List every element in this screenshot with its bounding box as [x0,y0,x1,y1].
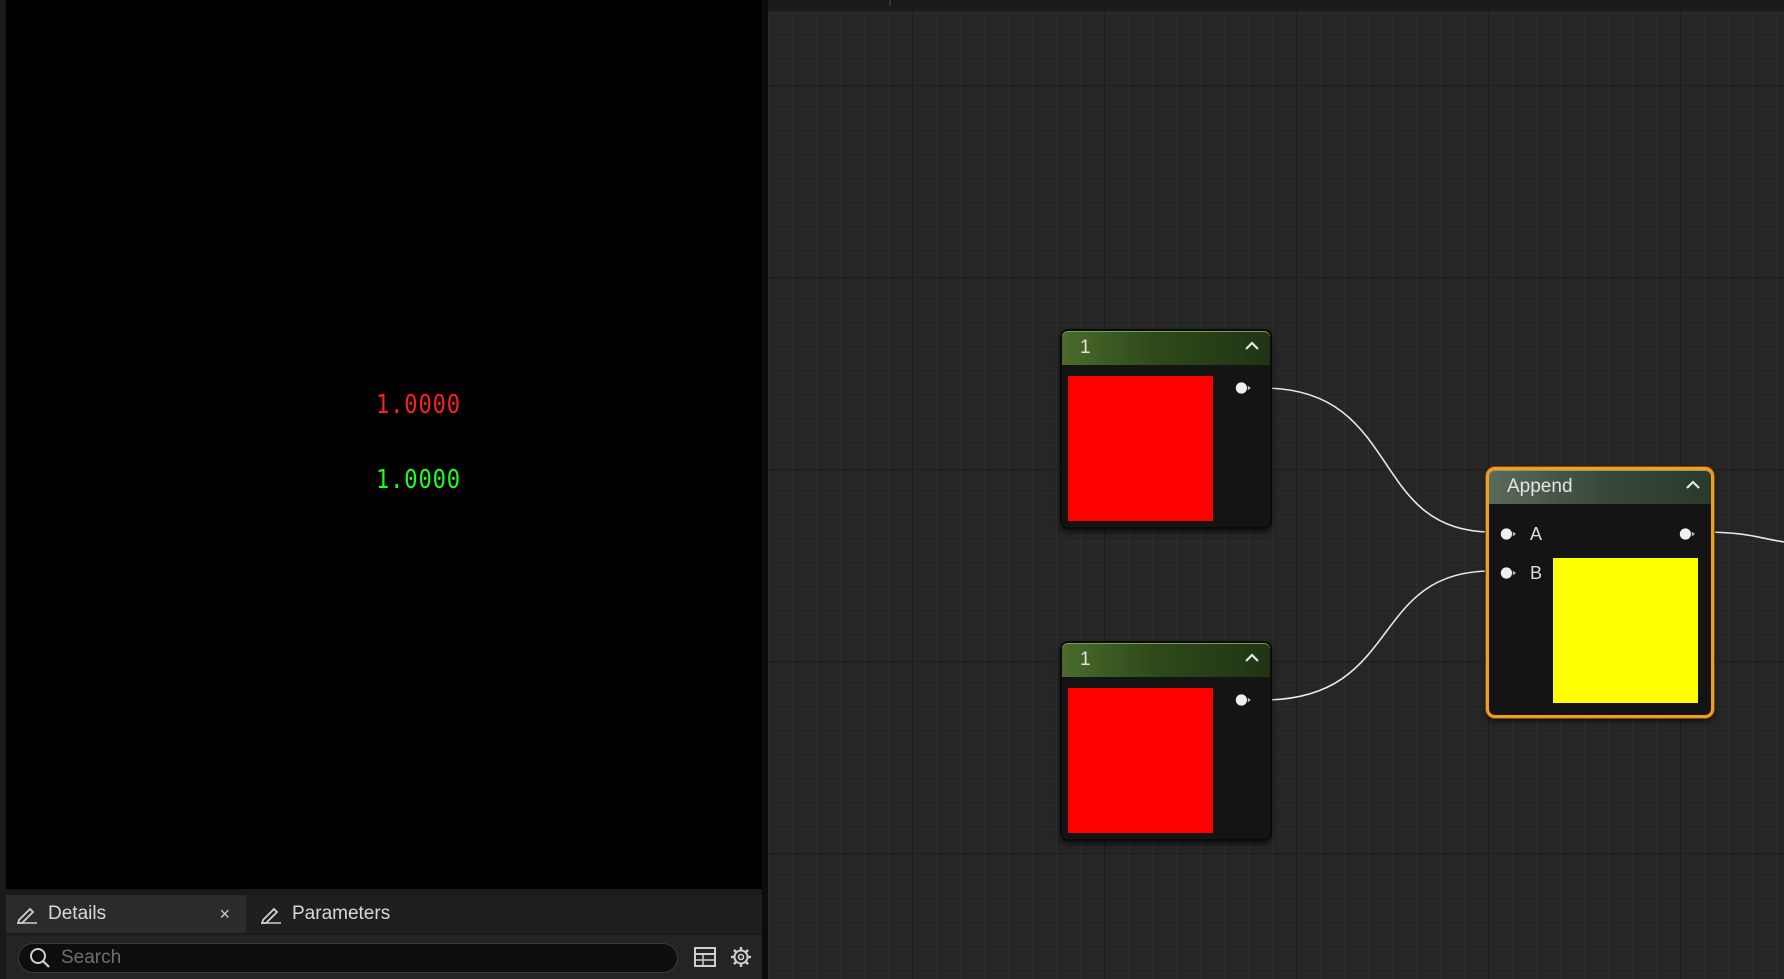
close-icon[interactable]: × [219,904,230,925]
input-pin-a[interactable] [1500,526,1516,542]
pencil-icon [261,907,281,924]
gear-icon[interactable] [730,946,752,968]
left-panel: 1.0000 1.0000 Details × Parameters Searc… [0,0,768,979]
node-header[interactable]: Append [1489,470,1711,504]
wire-constant2-to-append-b [1262,570,1492,701]
color-preview-swatch [1068,688,1213,833]
constant-node-1[interactable]: 1 [1060,329,1272,529]
chevron-up-icon[interactable] [1685,478,1701,492]
search-placeholder: Search [61,947,122,968]
search-input[interactable]: Search [18,943,678,973]
wire-constant1-to-append-a [1262,387,1492,533]
details-search-row: Search [6,935,762,979]
chevron-up-icon[interactable] [1244,651,1260,665]
tab-details-label: Details [48,903,107,924]
output-pin-icon[interactable] [1235,692,1251,708]
node-header[interactable]: 1 [1062,331,1270,365]
append-node[interactable]: Append A B [1486,467,1714,718]
tab-parameters[interactable]: Parameters [250,895,490,933]
node-title: 1 [1080,337,1091,358]
preview-viewport[interactable]: 1.0000 1.0000 [6,0,763,889]
tab-details[interactable]: Details × [6,895,246,933]
details-tabbar: Details × Parameters [6,895,762,933]
input-pin-b-label: B [1530,563,1543,583]
color-preview-swatch [1553,558,1698,703]
constant-node-2[interactable]: 1 [1060,641,1272,841]
material-graph-canvas[interactable]: 1 1 Append A B [768,0,1784,979]
node-title: Append [1507,476,1573,497]
input-pin-b[interactable] [1500,565,1516,581]
tab-parameters-label: Parameters [292,903,391,924]
table-view-icon[interactable] [694,947,716,967]
color-preview-swatch [1068,376,1213,521]
search-icon [30,948,50,968]
output-pin[interactable] [1679,526,1695,542]
preview-value-green: 1.0000 [376,465,461,495]
preview-value-red: 1.0000 [376,390,461,420]
input-pin-a-label: A [1530,524,1543,544]
output-pin-icon[interactable] [1235,380,1251,396]
pencil-icon [17,907,37,924]
chevron-up-icon[interactable] [1244,339,1260,353]
node-title: 1 [1080,649,1091,670]
node-header[interactable]: 1 [1062,643,1270,677]
